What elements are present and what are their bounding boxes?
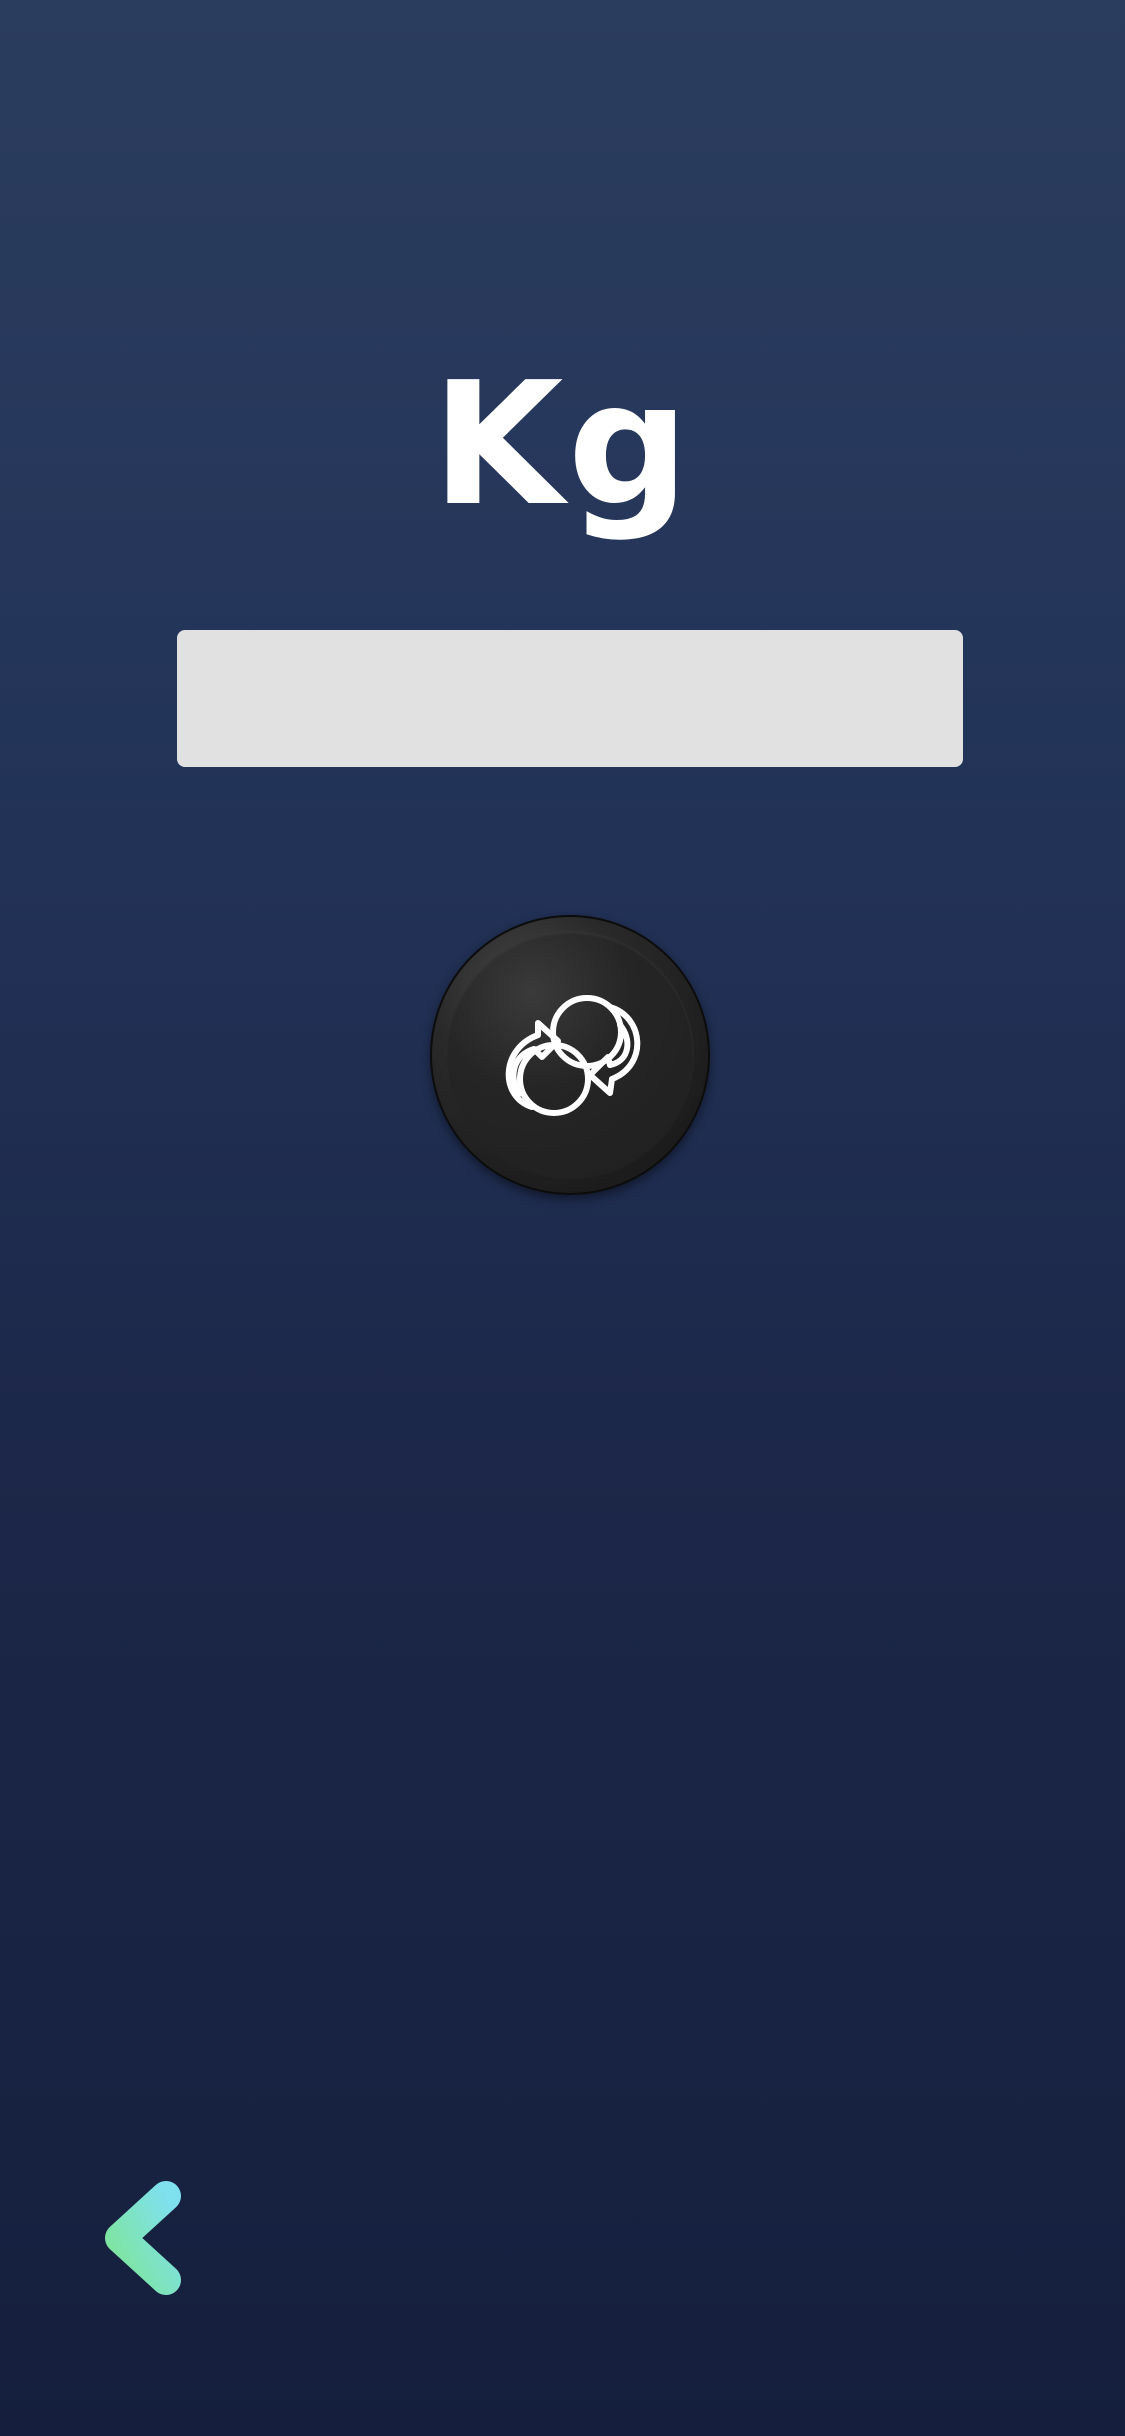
unit-title: Kg xyxy=(431,346,694,544)
arrow-left-icon xyxy=(105,2181,249,2295)
back-button[interactable] xyxy=(100,2178,260,2298)
value-input[interactable] xyxy=(177,630,963,767)
currency-exchange-icon xyxy=(505,995,641,1116)
convert-button[interactable] xyxy=(430,915,710,1195)
